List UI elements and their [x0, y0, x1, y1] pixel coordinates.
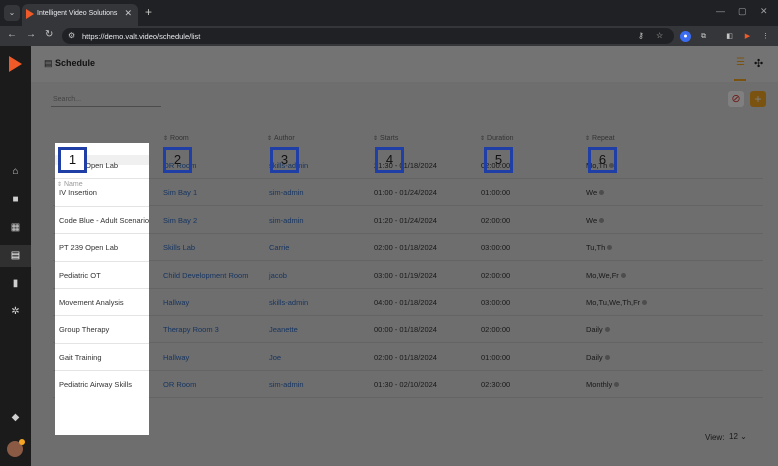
cell-name[interactable]: Pediatric Airway Skills [59, 380, 132, 389]
extensions-puzzle-icon[interactable]: ⧉ [698, 31, 709, 42]
column-header-name[interactable]: ⇕ Name [57, 181, 83, 188]
sidebar: ⌂ ■ ▦ ▤ ▮ ✲ ◆ [0, 46, 31, 466]
callout-2: 2 [163, 147, 192, 173]
name-divider [55, 370, 149, 372]
url-text: https://demo.valt.video/schedule/list [82, 32, 201, 41]
name-divider [55, 315, 149, 317]
tab-title: Intelligent Video Solutions [37, 10, 118, 17]
settings-gear-icon[interactable]: ✲ [0, 301, 31, 323]
app: ⌂ ■ ▦ ▤ ▮ ✲ ◆ ▤ Schedule ☰ ✣ Search... ⊘… [0, 46, 778, 466]
cell-name[interactable]: PT 239 Open Lab [59, 243, 118, 252]
recordings-icon[interactable]: ▦ [0, 217, 31, 239]
name-column-highlight: ⇕ Name PT 400 Open Lab IV Insertion Code B… [55, 143, 149, 435]
valt-logo-icon [26, 9, 34, 19]
callout-4: 4 [375, 147, 404, 173]
callout-6: 6 [588, 147, 617, 173]
cell-name[interactable]: Code Blue - Adult Scenario [59, 216, 149, 225]
address-bar[interactable]: ⚙ https://demo.valt.video/schedule/list … [62, 28, 674, 44]
schedule-icon[interactable]: ▤ [0, 245, 31, 267]
name-divider [55, 178, 149, 180]
app-logo[interactable] [9, 56, 22, 72]
site-settings-icon[interactable]: ⚙ [68, 31, 75, 40]
new-tab-icon[interactable]: + [145, 5, 152, 19]
close-icon[interactable]: ✕ [124, 8, 132, 19]
name-divider [55, 260, 149, 262]
maximize-icon[interactable]: ▢ [738, 6, 747, 17]
name-divider [55, 342, 149, 344]
callout-3: 3 [270, 147, 299, 173]
browser-menu-icon[interactable]: ⋮ [760, 31, 771, 42]
callout-5: 5 [484, 147, 513, 173]
minimize-icon[interactable]: — [716, 6, 725, 16]
side-panel-icon[interactable]: ◧ [724, 31, 735, 42]
browser-tabbar: ⌄ Intelligent Video Solutions ✕ + — ▢ ✕ [0, 0, 778, 26]
extension-icon[interactable]: ● [680, 31, 691, 42]
browser-tab[interactable]: Intelligent Video Solutions ✕ [22, 4, 138, 26]
video-camera-icon[interactable]: ■ [0, 189, 31, 211]
cell-name[interactable]: Group Therapy [59, 325, 109, 334]
home-icon[interactable]: ⌂ [0, 161, 31, 183]
name-divider [55, 205, 149, 207]
browser-toolbar: ← → ↻ ⚙ https://demo.valt.video/schedule… [0, 26, 778, 46]
profile-icon[interactable]: ▶ [742, 31, 753, 42]
cell-name[interactable]: Movement Analysis [59, 298, 124, 307]
cell-name[interactable]: Pediatric OT [59, 271, 101, 280]
password-key-icon[interactable]: ⚷ [638, 31, 644, 40]
forward-icon[interactable]: → [26, 29, 36, 40]
tab-search-icon[interactable]: ⌄ [4, 5, 20, 21]
cell-name[interactable]: Gait Training [59, 353, 102, 362]
notification-bell-icon[interactable]: ◆ [0, 407, 31, 429]
back-icon[interactable]: ← [7, 29, 17, 40]
reload-icon[interactable]: ↻ [45, 29, 53, 40]
bookmark-star-icon[interactable]: ☆ [656, 31, 663, 40]
name-divider [55, 288, 149, 289]
status-dot [19, 439, 25, 445]
window-close-icon[interactable]: ✕ [760, 6, 768, 17]
callout-1: 1 [58, 147, 87, 173]
reports-chart-icon[interactable]: ▮ [0, 273, 31, 295]
name-divider [55, 233, 149, 235]
cell-name[interactable]: IV Insertion [59, 188, 97, 197]
